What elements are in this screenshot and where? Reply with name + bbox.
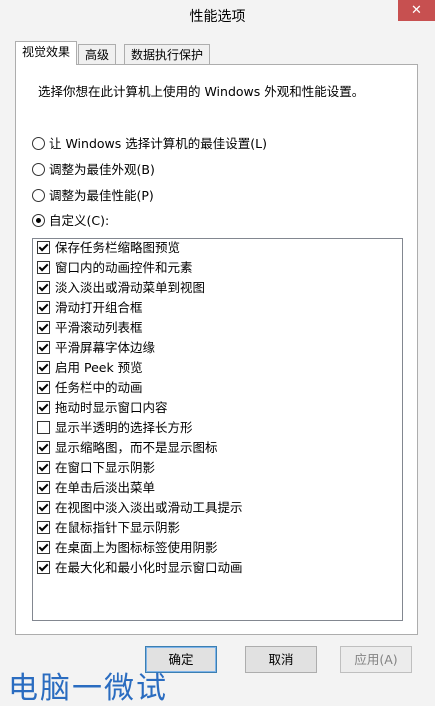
list-item[interactable]: 保存任务栏缩略图预览 bbox=[37, 239, 180, 257]
checkbox-icon[interactable] bbox=[37, 461, 50, 474]
option-label: 拖动时显示窗口内容 bbox=[55, 400, 168, 415]
close-icon[interactable]: ✕ bbox=[411, 3, 422, 18]
list-item[interactable]: 滑动打开组合框 bbox=[37, 299, 143, 317]
radio-best-performance[interactable]: 调整为最佳性能(P) bbox=[32, 187, 154, 205]
checkbox-icon[interactable] bbox=[37, 521, 50, 534]
checkbox-icon[interactable] bbox=[37, 321, 50, 334]
list-item[interactable]: 窗口内的动画控件和元素 bbox=[37, 259, 193, 277]
radio-button-icon[interactable] bbox=[32, 214, 45, 227]
checkbox-icon[interactable] bbox=[37, 241, 50, 254]
close-button[interactable]: ✕ bbox=[398, 0, 435, 21]
checkbox-icon[interactable] bbox=[37, 481, 50, 494]
radio-label: 自定义(C): bbox=[49, 213, 110, 228]
list-item[interactable]: 在最大化和最小化时显示窗口动画 bbox=[37, 559, 243, 577]
list-item[interactable]: 拖动时显示窗口内容 bbox=[37, 399, 168, 417]
list-item[interactable]: 在鼠标指针下显示阴影 bbox=[37, 519, 180, 537]
option-label: 保存任务栏缩略图预览 bbox=[55, 240, 181, 255]
option-label: 窗口内的动画控件和元素 bbox=[55, 260, 193, 275]
list-item[interactable]: 在视图中淡入淡出或滑动工具提示 bbox=[37, 499, 243, 517]
radio-best-appearance[interactable]: 调整为最佳外观(B) bbox=[32, 161, 155, 179]
radio-label: 让 Windows 选择计算机的最佳设置(L) bbox=[49, 136, 267, 151]
checkbox-icon[interactable] bbox=[37, 421, 50, 434]
apply-button[interactable]: 应用(A) bbox=[340, 646, 412, 673]
ok-button[interactable]: 确定 bbox=[145, 646, 217, 673]
checkbox-icon[interactable] bbox=[37, 381, 50, 394]
radio-let-windows-choose[interactable]: 让 Windows 选择计算机的最佳设置(L) bbox=[32, 135, 267, 153]
option-label: 显示半透明的选择长方形 bbox=[55, 420, 193, 435]
description-text: 选择你想在此计算机上使用的 Windows 外观和性能设置。 bbox=[38, 84, 365, 99]
checkbox-icon[interactable] bbox=[37, 261, 50, 274]
checkbox-icon[interactable] bbox=[37, 301, 50, 314]
option-label: 平滑屏幕字体边缘 bbox=[55, 340, 156, 355]
radio-custom[interactable]: 自定义(C): bbox=[32, 212, 109, 230]
list-item[interactable]: 在桌面上为图标标签使用阴影 bbox=[37, 539, 218, 557]
option-label: 在最大化和最小化时显示窗口动画 bbox=[55, 560, 243, 575]
checkbox-icon[interactable] bbox=[37, 341, 50, 354]
checkbox-icon[interactable] bbox=[37, 561, 50, 574]
radio-button-icon[interactable] bbox=[32, 137, 45, 150]
list-item[interactable]: 在单击后淡出菜单 bbox=[37, 479, 155, 497]
tab-advanced[interactable]: 高级 bbox=[78, 44, 117, 64]
option-label: 淡入淡出或滑动菜单到视图 bbox=[55, 280, 206, 295]
list-item[interactable]: 显示缩略图，而不是显示图标 bbox=[37, 439, 218, 457]
watermark-logo: 电脑一微试 bbox=[8, 671, 168, 706]
radio-label: 调整为最佳性能(P) bbox=[49, 188, 154, 203]
list-item[interactable]: 在窗口下显示阴影 bbox=[37, 459, 155, 477]
checkbox-icon[interactable] bbox=[37, 361, 50, 374]
window-title: 性能选项 bbox=[189, 9, 246, 25]
list-item[interactable]: 显示半透明的选择长方形 bbox=[37, 419, 193, 437]
radio-button-icon[interactable] bbox=[32, 163, 45, 176]
title-bar: 性能选项 ✕ bbox=[0, 0, 435, 31]
list-item[interactable]: 平滑滚动列表框 bbox=[37, 319, 143, 337]
visual-effects-panel: 选择你想在此计算机上使用的 Windows 外观和性能设置。 让 Windows… bbox=[15, 64, 418, 635]
checkbox-icon[interactable] bbox=[37, 281, 50, 294]
checkbox-icon[interactable] bbox=[37, 441, 50, 454]
list-item[interactable]: 平滑屏幕字体边缘 bbox=[37, 339, 155, 357]
option-label: 在单击后淡出菜单 bbox=[55, 480, 156, 495]
list-item[interactable]: 启用 Peek 预览 bbox=[37, 359, 143, 377]
option-label: 滑动打开组合框 bbox=[55, 300, 143, 315]
cancel-button[interactable]: 取消 bbox=[245, 646, 317, 673]
tab-visual-effects[interactable]: 视觉效果 bbox=[15, 41, 78, 65]
checkbox-icon[interactable] bbox=[37, 541, 50, 554]
effects-list[interactable]: 保存任务栏缩略图预览 窗口内的动画控件和元素 淡入淡出或滑动菜单到视图 滑动打开… bbox=[32, 238, 403, 621]
option-label: 在鼠标指针下显示阴影 bbox=[55, 520, 181, 535]
checkbox-icon[interactable] bbox=[37, 501, 50, 514]
option-label: 在窗口下显示阴影 bbox=[55, 460, 156, 475]
list-item[interactable]: 淡入淡出或滑动菜单到视图 bbox=[37, 279, 205, 297]
radio-button-icon[interactable] bbox=[32, 189, 45, 202]
tab-data-execution-prevention[interactable]: 数据执行保护 bbox=[124, 44, 211, 64]
checkbox-icon[interactable] bbox=[37, 401, 50, 414]
option-label: 启用 Peek 预览 bbox=[55, 360, 143, 375]
option-label: 显示缩略图，而不是显示图标 bbox=[55, 440, 218, 455]
list-item[interactable]: 任务栏中的动画 bbox=[37, 379, 143, 397]
radio-label: 调整为最佳外观(B) bbox=[49, 162, 155, 177]
option-label: 平滑滚动列表框 bbox=[55, 320, 143, 335]
option-label: 在桌面上为图标标签使用阴影 bbox=[55, 540, 218, 555]
option-label: 在视图中淡入淡出或滑动工具提示 bbox=[55, 500, 243, 515]
option-label: 任务栏中的动画 bbox=[55, 380, 143, 395]
